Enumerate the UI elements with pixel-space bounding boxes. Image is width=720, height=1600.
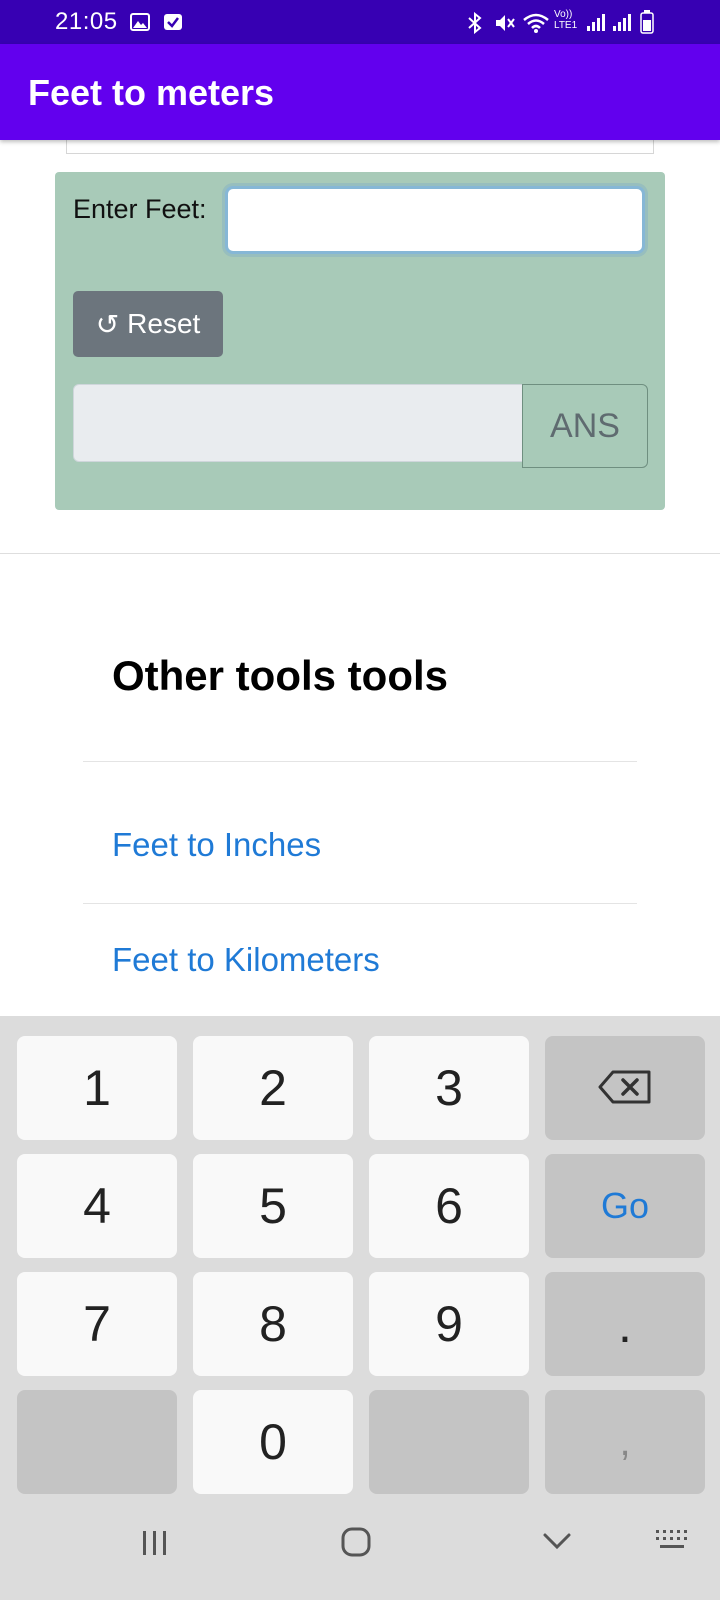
key-blank[interactable] — [369, 1390, 529, 1494]
key-period[interactable]: . — [545, 1272, 705, 1376]
backspace-icon — [597, 1059, 653, 1117]
key-3[interactable]: 3 — [369, 1036, 529, 1140]
key-blank[interactable] — [17, 1390, 177, 1494]
wifi-icon — [522, 12, 550, 39]
key-1[interactable]: 1 — [17, 1036, 177, 1140]
keyboard-icon[interactable] — [654, 1528, 690, 1557]
reset-button[interactable]: ↺ Reset — [73, 291, 223, 357]
key-5[interactable]: 5 — [193, 1154, 353, 1258]
key-7[interactable]: 7 — [17, 1272, 177, 1376]
bluetooth-icon — [466, 11, 484, 39]
signal-icon — [586, 12, 606, 37]
battery-icon — [640, 10, 654, 39]
key-9[interactable]: 9 — [369, 1272, 529, 1376]
key-comma[interactable]: , — [545, 1390, 705, 1494]
converter-card: Enter Feet: ↺ Reset ANS — [55, 172, 665, 510]
volte-icon: Vo)) LTE1 — [554, 9, 578, 31]
page-title: Feet to meters — [28, 72, 275, 113]
recent-apps-icon[interactable] — [140, 1528, 170, 1563]
other-tools-heading: Other tools tools — [112, 652, 448, 699]
key-4[interactable]: 4 — [17, 1154, 177, 1258]
go-key[interactable]: Go — [545, 1154, 705, 1258]
key-0[interactable]: 0 — [193, 1390, 353, 1494]
list-divider — [83, 761, 637, 762]
reset-label: Reset — [127, 308, 201, 339]
back-icon[interactable] — [542, 1530, 572, 1557]
key-8[interactable]: 8 — [193, 1272, 353, 1376]
app-bar: Feet to meters — [0, 44, 720, 140]
feet-input[interactable] — [225, 186, 645, 254]
key-6[interactable]: 6 — [369, 1154, 529, 1258]
home-icon[interactable] — [340, 1526, 372, 1563]
ans-label: ANS — [522, 384, 648, 468]
link-feet-to-kilometers[interactable]: Feet to Kilometers — [112, 941, 380, 979]
mute-icon — [494, 12, 516, 39]
status-bar: 21:05 Vo)) LTE1 — [0, 0, 720, 44]
backspace-key[interactable] — [545, 1036, 705, 1140]
reset-icon: ↺ — [95, 308, 120, 340]
section-divider — [0, 553, 720, 554]
check-box-icon — [163, 12, 183, 37]
enter-feet-label: Enter Feet: — [73, 194, 207, 224]
numeric-keyboard: 1 2 3 4 5 6 Go 7 8 9 . 0 , — [0, 1016, 720, 1600]
link-feet-to-inches[interactable]: Feet to Inches — [112, 826, 321, 864]
image-icon — [130, 12, 150, 37]
signal-icon — [612, 12, 632, 37]
key-2[interactable]: 2 — [193, 1036, 353, 1140]
list-divider — [83, 903, 637, 904]
status-time: 21:05 — [55, 8, 118, 35]
result-field — [73, 384, 523, 462]
